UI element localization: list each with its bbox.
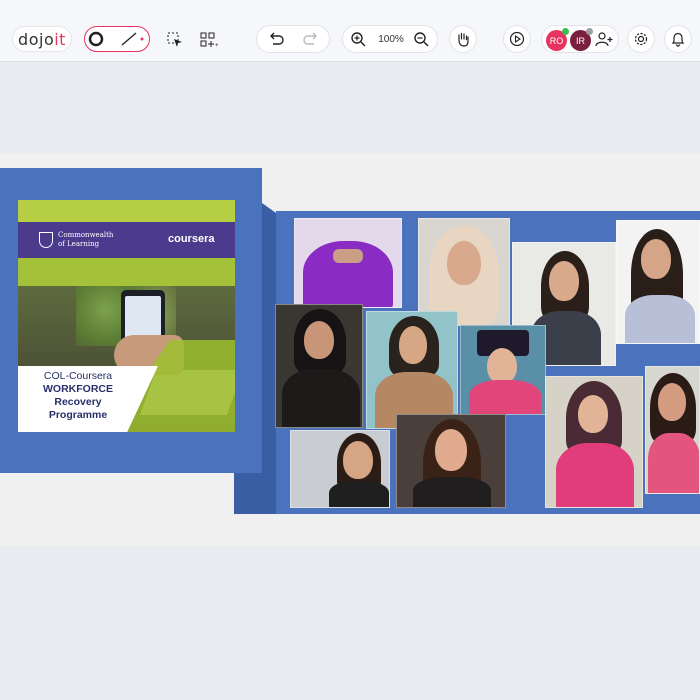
- zoom-out-icon[interactable]: [413, 31, 429, 47]
- svg-text:+: +: [215, 43, 219, 48]
- add-user-icon[interactable]: [595, 31, 613, 47]
- avatar-initials: RO: [549, 35, 564, 46]
- redo-icon[interactable]: [302, 31, 320, 47]
- top-toolbar: dojo it + 100% RO IR: [0, 0, 700, 62]
- collaborator-avatar-ro[interactable]: RO: [546, 28, 569, 51]
- poster-title-line3: Recovery: [54, 396, 102, 408]
- collaborator-avatar-ir[interactable]: IR: [570, 28, 593, 51]
- play-icon[interactable]: [509, 31, 525, 47]
- portrait-photo-9[interactable]: [645, 366, 700, 494]
- portrait-photo-4[interactable]: [616, 220, 700, 344]
- logo-text: dojo: [18, 29, 55, 49]
- col-logo-text: Commonwealth of Learning: [58, 231, 113, 249]
- portrait-photo-1[interactable]: [294, 218, 402, 308]
- settings-gear-icon[interactable]: [633, 31, 649, 47]
- logo-text-accent: it: [54, 29, 66, 49]
- portrait-photo-2[interactable]: [418, 218, 510, 326]
- hand-pan-icon[interactable]: [455, 31, 471, 47]
- col-crest-icon: [39, 232, 53, 248]
- col-logo-line2: of Learning: [58, 240, 100, 248]
- zoom-in-icon[interactable]: [350, 31, 366, 47]
- portrait-photo-10[interactable]: [290, 430, 390, 508]
- portrait-photo-5[interactable]: [275, 304, 363, 428]
- online-status-dot: [562, 28, 569, 35]
- dojoit-logo[interactable]: dojo it: [12, 26, 72, 52]
- away-status-dot: [586, 28, 593, 35]
- avatar-initials: IR: [576, 35, 585, 46]
- poster-title: COL-Coursera WORKFORCE Recovery Programm…: [18, 370, 138, 422]
- poster-top-band: [18, 200, 235, 222]
- portrait-photo-11[interactable]: [396, 414, 506, 508]
- col-logo-line1: Commonwealth: [58, 231, 114, 239]
- portrait-photo-6[interactable]: [366, 311, 458, 429]
- col-coursera-poster-image[interactable]: Commonwealth of Learning coursera COL-Co…: [18, 200, 235, 432]
- poster-title-line2: WORKFORCE: [43, 383, 113, 395]
- add-component-icon[interactable]: +: [200, 32, 220, 48]
- undo-icon[interactable]: [267, 31, 285, 47]
- portrait-photo-7[interactable]: [460, 325, 546, 415]
- select-cursor-icon[interactable]: [167, 32, 183, 48]
- poster-title-line1: COL-Coursera: [43, 370, 113, 382]
- notification-bell-icon[interactable]: [670, 31, 686, 47]
- zoom-level[interactable]: 100%: [376, 34, 406, 45]
- poster-title-line4: Programme: [48, 409, 108, 421]
- circle-tool-icon[interactable]: [88, 31, 104, 47]
- line-tool-icon[interactable]: [120, 31, 146, 47]
- coursera-logo: coursera: [168, 233, 215, 245]
- portrait-photo-8[interactable]: [545, 376, 643, 508]
